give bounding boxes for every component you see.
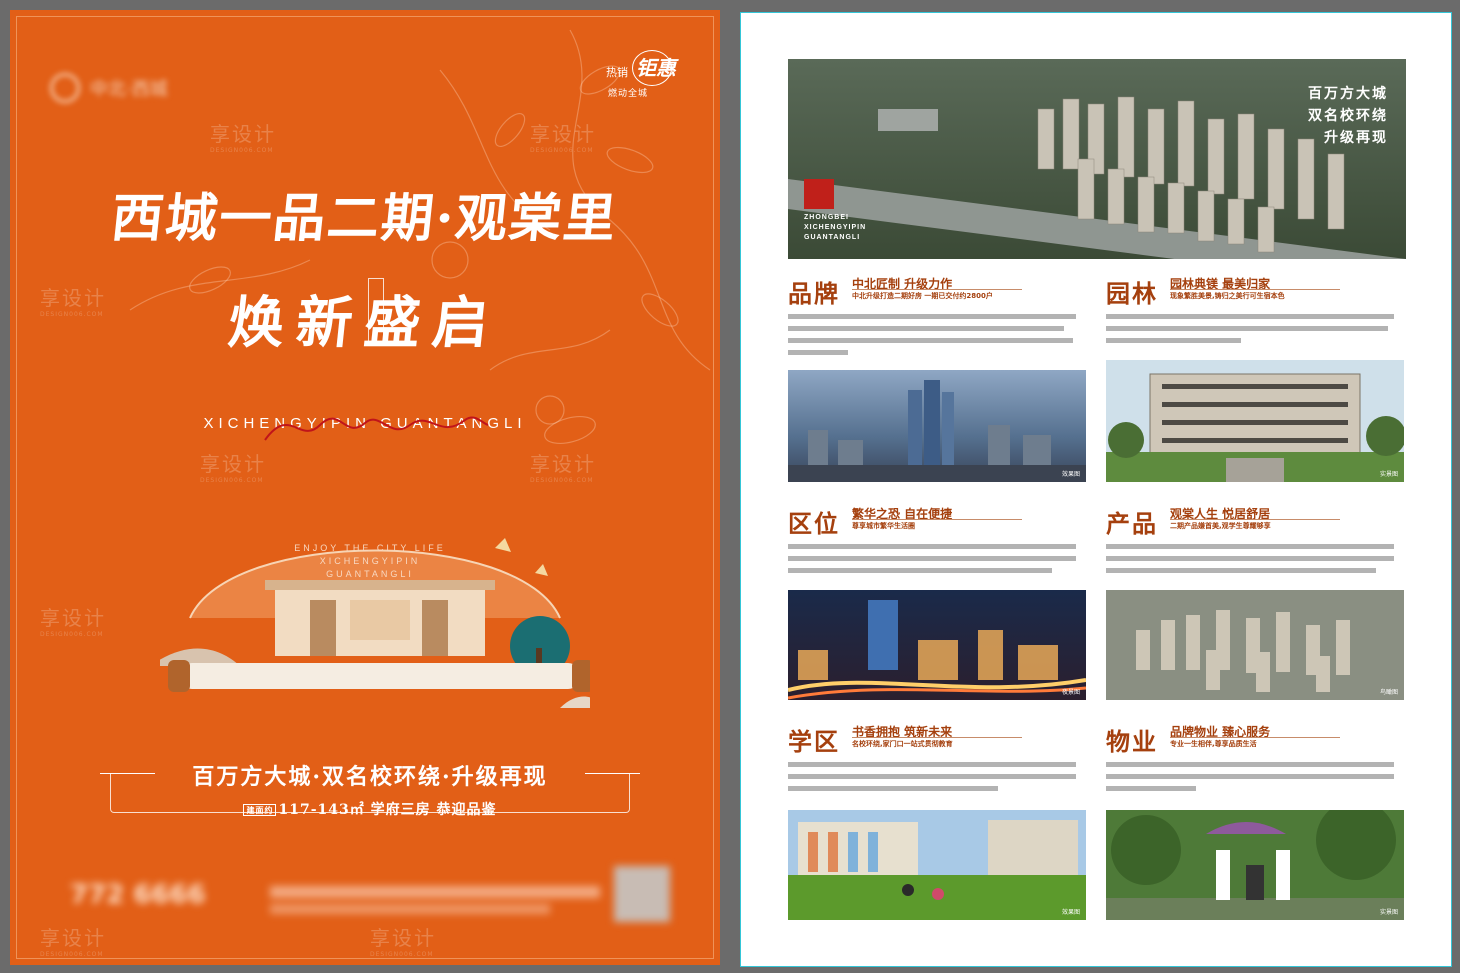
brand-logo-blurred: 中北·西城 [50, 70, 260, 106]
section-brand: 品牌 中北匠制 升级力作 中北升级打造二期好房 一期已交付约2800户 [788, 274, 1088, 355]
watermark: 享设计 DESIGN006.COM [210, 122, 276, 154]
red-signature-script [264, 416, 489, 441]
watermark: 享设计 DESIGN006.COM [200, 452, 266, 484]
section-property-service: 物业 品牌物业 臻心服务 专业一生相伴,尊享品质生活 [1106, 722, 1406, 802]
contact-info-blurred: 772 6666 [60, 866, 680, 922]
orange-poster: 中北·西城 热销 钜惠 燃动全城 享设计 DESIGN006.COM 享设计 DES… [10, 10, 720, 965]
red-stamp [804, 179, 834, 209]
headline-launch: 焕新盛启 [225, 290, 504, 356]
section-school: 学区 书香拥抱 筑新未来 名校环绕,家门口一站式贯彻教育 [788, 722, 1088, 802]
watermark: 享设计 DESIGN006.COM [370, 926, 436, 958]
slogan-text: 百万方大城·双名校环绕·升级再现 [192, 764, 548, 790]
headline-project-name: 西城一品二期·观棠里 [108, 188, 621, 249]
night-city-image: 夜景图 [788, 590, 1086, 700]
aerial-community-image: 鸟瞰图 [1106, 590, 1404, 700]
section-garden: 园林 园林典镁 最美归家 现象繁胜美景,铸归之美行可生宿本色 [1106, 274, 1406, 354]
fan-gate-illustration [160, 538, 590, 708]
qr-code [614, 866, 670, 922]
section-location: 区位 繁华之恐 自在便捷 尊享城市繁华生活圈 [788, 504, 1088, 584]
section-product: 产品 观棠人生 悦居舒居 二期产品嫌首美,观学生尊耀够享 [1106, 504, 1406, 584]
garden-building-image: 实景图 [1106, 360, 1404, 482]
slogan-banner: 百万方大城·双名校环绕·升级再现 建面约 117-143㎡ 学府三房 恭迎品鉴 [100, 755, 640, 818]
promo-seal: 热销 钜惠 燃动全城 [606, 50, 686, 102]
aerial-rendering: 百万方大城 双名校环绕 升级再现 ZHONGBEI XICHENGYIPIN G… [788, 59, 1406, 259]
watermark: 享设计 DESIGN006.COM [40, 606, 106, 638]
watermark: 享设计 DESIGN006.COM [40, 926, 106, 958]
property-service-image: 实景图 [1106, 810, 1404, 920]
watermark: 享设计 DESIGN006.COM [530, 452, 596, 484]
school-campus-image: 效果图 [788, 810, 1086, 920]
city-skyline-image: 效果图 [788, 370, 1086, 482]
white-info-sheet: 百万方大城 双名校环绕 升级再现 ZHONGBEI XICHENGYIPIN G… [740, 12, 1452, 967]
emblem-text: ENJOY THE CITY LIFE XICHENGYIPIN GUANTAN… [294, 543, 446, 579]
unit-size-text: 建面约 117-143㎡ 学府三房 恭迎品鉴 [100, 799, 640, 819]
vertical-seal [368, 278, 384, 344]
watermark: 享设计 DESIGN006.COM [530, 122, 596, 154]
